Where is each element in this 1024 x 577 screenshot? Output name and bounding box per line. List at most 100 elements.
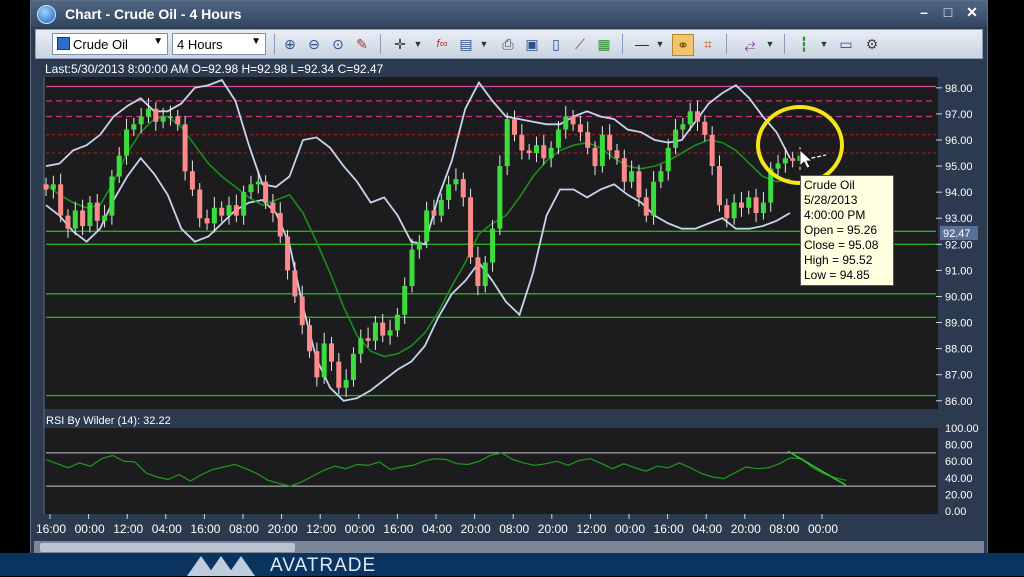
candle bbox=[541, 145, 547, 159]
candle bbox=[570, 116, 576, 125]
tooltip-low: Low = 94.85 bbox=[804, 268, 870, 282]
candle bbox=[416, 241, 422, 250]
candle bbox=[80, 210, 86, 227]
candle bbox=[226, 205, 232, 216]
x-axis-label: 00:00 bbox=[345, 522, 375, 536]
candle bbox=[58, 184, 64, 216]
candle bbox=[746, 197, 752, 208]
tooltip-time: 4:00:00 PM bbox=[804, 208, 866, 222]
x-axis-label: 16:00 bbox=[36, 522, 66, 536]
candle bbox=[724, 205, 730, 219]
candle bbox=[328, 343, 334, 362]
y-axis-label: 96.00 bbox=[945, 135, 973, 147]
candle bbox=[592, 147, 598, 167]
y-axis-label: 87.00 bbox=[945, 370, 973, 382]
y-axis-label: 88.00 bbox=[945, 344, 973, 356]
brand-name: AVATRADE bbox=[270, 555, 377, 576]
candle bbox=[482, 262, 488, 287]
candle bbox=[299, 296, 305, 326]
candle bbox=[72, 210, 78, 229]
candle bbox=[504, 119, 510, 167]
candle bbox=[160, 116, 166, 122]
candle bbox=[321, 343, 327, 378]
x-axis-label: 12:00 bbox=[576, 522, 606, 536]
candle bbox=[131, 124, 137, 130]
rsi-axis-label: 40.00 bbox=[945, 473, 973, 485]
candle bbox=[526, 150, 532, 154]
candle bbox=[497, 166, 503, 229]
candle bbox=[270, 202, 276, 214]
tooltip-open: Open = 95.26 bbox=[804, 223, 878, 237]
price-chart[interactable]: 98.00 97.00 96.00 95.00 94.00 93.00 92.00 91.00… bbox=[0, 0, 1024, 576]
candle bbox=[738, 202, 744, 208]
candle bbox=[314, 351, 320, 378]
candle bbox=[255, 181, 261, 185]
candle bbox=[263, 181, 269, 203]
candle bbox=[387, 330, 393, 336]
x-axis-label: 12:00 bbox=[306, 522, 336, 536]
candle bbox=[782, 158, 788, 164]
candle bbox=[731, 202, 737, 219]
y-axis-label: 98.00 bbox=[945, 83, 973, 95]
candle bbox=[548, 147, 554, 159]
y-axis-label: 91.00 bbox=[945, 265, 973, 277]
candle bbox=[241, 192, 247, 216]
candle bbox=[94, 202, 100, 221]
x-axis-label: 20:00 bbox=[461, 522, 491, 536]
y-axis-label: 86.00 bbox=[945, 396, 973, 408]
x-axis-label: 00:00 bbox=[75, 522, 105, 536]
y-axis-label: 92.00 bbox=[945, 239, 973, 251]
candle bbox=[658, 171, 664, 182]
x-axis-label: 04:00 bbox=[152, 522, 182, 536]
x-axis-label: 20:00 bbox=[731, 522, 761, 536]
current-price-badge-text: 92.47 bbox=[943, 228, 971, 240]
rsi-plot-area bbox=[44, 428, 938, 514]
x-axis-label: 08:00 bbox=[229, 522, 259, 536]
candle bbox=[512, 119, 518, 135]
x-axis-label: 08:00 bbox=[769, 522, 799, 536]
tooltip-close: Close = 95.08 bbox=[804, 238, 879, 252]
candle bbox=[233, 205, 239, 216]
y-axis-label: 90.00 bbox=[945, 291, 973, 303]
candle bbox=[336, 361, 342, 388]
x-axis-label: 16:00 bbox=[190, 522, 220, 536]
candle bbox=[431, 210, 437, 216]
candle bbox=[607, 134, 613, 151]
avatrade-logo-icon bbox=[187, 556, 255, 576]
candle bbox=[219, 207, 225, 216]
x-axis-label: 20:00 bbox=[538, 522, 568, 536]
x-axis-label: 16:00 bbox=[383, 522, 413, 536]
candle bbox=[599, 134, 605, 167]
x-axis-label: 04:00 bbox=[692, 522, 722, 536]
candle bbox=[102, 215, 108, 221]
candle bbox=[453, 179, 459, 185]
tooltip-high: High = 95.52 bbox=[804, 253, 873, 267]
candle bbox=[43, 184, 49, 190]
y-axis-label: 97.00 bbox=[945, 109, 973, 121]
candle bbox=[614, 150, 620, 159]
x-axis-label: 20:00 bbox=[268, 522, 298, 536]
candle bbox=[563, 116, 569, 130]
candle bbox=[446, 184, 452, 200]
candle bbox=[585, 132, 591, 148]
x-axis-label: 04:00 bbox=[422, 522, 452, 536]
candle bbox=[577, 124, 583, 133]
y-axis-label: 94.00 bbox=[945, 187, 973, 199]
candle bbox=[643, 197, 649, 216]
candle bbox=[424, 210, 430, 242]
candle bbox=[182, 124, 188, 172]
candle bbox=[680, 124, 686, 130]
candle bbox=[629, 171, 635, 182]
candle bbox=[760, 202, 766, 214]
rsi-label: RSI By Wilder (14): 32.22 bbox=[46, 415, 171, 427]
candle bbox=[687, 111, 693, 125]
candle bbox=[790, 158, 796, 161]
candle bbox=[153, 108, 159, 122]
x-axis-label: 00:00 bbox=[808, 522, 838, 536]
candle bbox=[468, 197, 474, 258]
candle bbox=[124, 129, 130, 156]
tooltip-date: 5/28/2013 bbox=[804, 193, 858, 207]
candle bbox=[673, 129, 679, 148]
rsi-axis-label: 80.00 bbox=[945, 440, 973, 452]
candle bbox=[204, 218, 210, 224]
